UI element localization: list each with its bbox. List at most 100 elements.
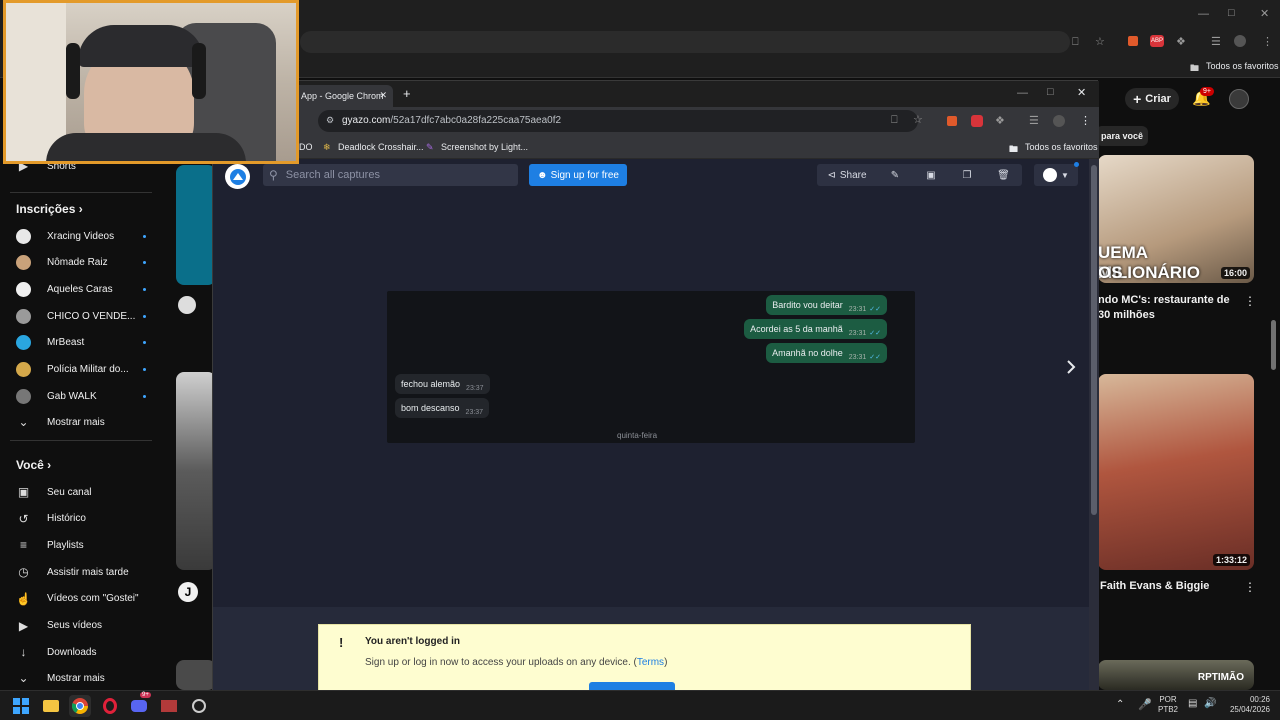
sidebar-item-channel[interactable]: Gab WALK — [16, 386, 166, 406]
all-bookmarks-link[interactable]: Todos os favoritos — [1025, 142, 1098, 152]
captured-image[interactable]: Bardito vou deitar 23:31 ✓✓ Acordei as 5… — [387, 291, 915, 443]
sidebar-item-you[interactable]: ▣ Seu canal — [16, 482, 166, 502]
address-bar[interactable]: ⚙ gyazo.com/52a17dfc7abc0a28fa225caa75ae… — [318, 110, 918, 132]
notifications-button[interactable]: 🔔 9+ — [1192, 87, 1214, 108]
show-more-subscriptions[interactable]: ⌄ Mostrar mais — [16, 412, 166, 432]
windows-start-icon[interactable] — [10, 695, 32, 717]
show-more-you[interactable]: ⌄ Mostrar mais — [16, 668, 166, 688]
background-omnibox[interactable] — [300, 31, 1070, 53]
puzzle-icon[interactable]: ❖ — [995, 114, 1005, 127]
day-label: quinta-feira — [617, 431, 658, 440]
divider — [10, 440, 152, 441]
sidebar-item-channel[interactable]: Aqueles Caras — [16, 279, 166, 299]
sidebar-item-you[interactable]: ≡ Playlists — [16, 535, 166, 555]
search-input[interactable]: ⚲ Search all captures — [263, 164, 518, 186]
sidebar-item-channel[interactable]: MrBeast — [16, 333, 166, 353]
subscriptions-heading[interactable]: Inscrições › — [16, 202, 83, 216]
star-icon[interactable]: ☆ — [913, 113, 923, 126]
edit-button[interactable]: ✎ — [877, 164, 913, 186]
site-info-icon[interactable]: ⚙ — [326, 115, 334, 126]
channel-avatar[interactable] — [178, 296, 196, 314]
gyazo-scrollbar[interactable] — [1089, 159, 1099, 691]
menu-icon[interactable]: ⋮ — [1262, 35, 1273, 48]
create-button[interactable]: + Criar — [1125, 88, 1179, 110]
minimize-icon[interactable]: — — [1017, 87, 1028, 99]
sidebar-item-you[interactable]: ▶ Seus vídeos — [16, 616, 166, 636]
discord-icon[interactable]: 9+ — [128, 692, 151, 717]
video-thumbnail[interactable] — [176, 372, 216, 570]
delete-button[interactable]: 🗑 — [985, 164, 1022, 186]
network-icon[interactable]: ▤ — [1188, 698, 1197, 709]
file-explorer-icon[interactable] — [40, 695, 62, 717]
signup-button[interactable]: ☻ Sign up for free — [529, 164, 627, 186]
language-indicator[interactable]: POR PTB2 — [1158, 695, 1178, 715]
video-thumbnail[interactable]: UEMA MILIONÁRIO OS 16:00 — [1098, 155, 1254, 283]
scrollbar-thumb[interactable] — [1091, 165, 1097, 515]
account-avatar[interactable] — [1229, 89, 1249, 109]
video-thumbnail[interactable]: 1:33:12 — [1098, 374, 1254, 570]
bookmark-item[interactable]: DO — [299, 142, 313, 152]
sidebar-item-channel[interactable]: Nômade Raiz — [16, 253, 166, 273]
copy-button[interactable]: ❐ — [949, 164, 985, 186]
microphone-icon[interactable]: 🎤 — [1138, 698, 1152, 711]
abp-icon[interactable]: ABP — [1150, 35, 1164, 47]
minimize-icon[interactable]: — — [1198, 8, 1209, 20]
video-thumbnail[interactable] — [176, 165, 216, 285]
close-icon[interactable]: ✕ — [1260, 7, 1269, 20]
menu-icon[interactable]: ⋮ — [1080, 114, 1091, 127]
chip-for-you[interactable]: para você — [1096, 126, 1148, 146]
install-icon[interactable]: ⎕ — [891, 114, 898, 127]
extension-icon[interactable] — [1128, 36, 1138, 46]
install-icon[interactable]: ⎕ — [1072, 36, 1079, 49]
terms-link[interactable]: Terms — [637, 657, 664, 668]
sidebar-item-you[interactable]: ↺ Histórico — [16, 509, 166, 529]
video-thumbnail[interactable]: RPTIMÃO — [1098, 660, 1254, 690]
notice-title: You aren't logged in — [365, 636, 460, 647]
puzzle-icon[interactable]: ❖ — [1176, 35, 1186, 48]
sidebar-item-channel[interactable]: Xracing Videos — [16, 226, 166, 246]
video-title[interactable]: 30 milhões — [1098, 308, 1155, 323]
new-tab-icon[interactable]: + — [403, 86, 411, 101]
page-scrollbar[interactable] — [1271, 320, 1276, 370]
sidebar-item-you[interactable]: ↓ Downloads — [16, 642, 166, 662]
volume-icon[interactable]: 🔊 — [1204, 698, 1216, 709]
profile-avatar[interactable] — [1053, 115, 1065, 127]
extension-icon[interactable] — [947, 116, 957, 126]
bookmark-item[interactable]: Screenshot by Light... — [441, 142, 528, 152]
gyazo-logo[interactable] — [225, 164, 250, 189]
tab-close-icon[interactable]: ✕ — [379, 90, 387, 101]
close-icon[interactable]: ✕ — [1077, 86, 1086, 99]
share-button[interactable]: ⊲ Share — [817, 164, 877, 186]
notification-badge: 9+ — [140, 692, 151, 698]
chevron-up-icon[interactable]: ⌃ — [1116, 699, 1124, 710]
sidebar-item-you[interactable]: ☝ Vídeos com "Gostei" — [16, 589, 166, 609]
media-icon[interactable]: ☰ — [1029, 114, 1039, 127]
more-options-icon[interactable]: ⋮ — [1244, 580, 1256, 594]
steam-icon[interactable] — [188, 695, 210, 717]
channel-avatar[interactable]: J — [178, 582, 198, 602]
next-capture-button[interactable] — [1063, 359, 1079, 375]
more-options-icon[interactable]: ⋮ — [1244, 294, 1256, 308]
star-icon[interactable]: ☆ — [1095, 35, 1105, 48]
abp-icon[interactable] — [971, 115, 983, 127]
bookmark-item[interactable]: Deadlock Crosshair... — [338, 142, 424, 152]
video-title[interactable]: Faith Evans & Biggie — [1100, 579, 1209, 594]
lock-button[interactable]: ▣ — [913, 164, 949, 186]
sidebar-item-channel[interactable]: Polícia Militar do... — [16, 360, 166, 380]
video-title[interactable]: ndo MC's: restaurante de — [1098, 293, 1230, 308]
sidebar-item-you[interactable]: ◷ Assistir mais tarde — [16, 562, 166, 582]
clock[interactable]: 00:26 25/04/2026 — [1222, 695, 1270, 715]
maximize-icon[interactable]: □ — [1228, 7, 1235, 19]
maximize-icon[interactable]: □ — [1047, 86, 1054, 98]
sidebar-item-channel[interactable]: CHICO O VENDE... — [16, 306, 166, 326]
profile-avatar[interactable] — [1234, 35, 1246, 47]
opera-icon[interactable] — [99, 695, 121, 717]
video-thumbnail[interactable] — [176, 660, 216, 690]
user-menu[interactable]: ▼ — [1034, 164, 1078, 186]
chrome-icon[interactable] — [69, 695, 91, 717]
app-icon[interactable] — [158, 695, 180, 717]
all-bookmarks-link[interactable]: Todos os favoritos — [1206, 61, 1279, 71]
tab-gyazo[interactable]: App - Google Chrom ✕ — [293, 85, 393, 107]
media-icon[interactable]: ☰ — [1211, 35, 1221, 48]
you-heading[interactable]: Você › — [16, 458, 51, 472]
